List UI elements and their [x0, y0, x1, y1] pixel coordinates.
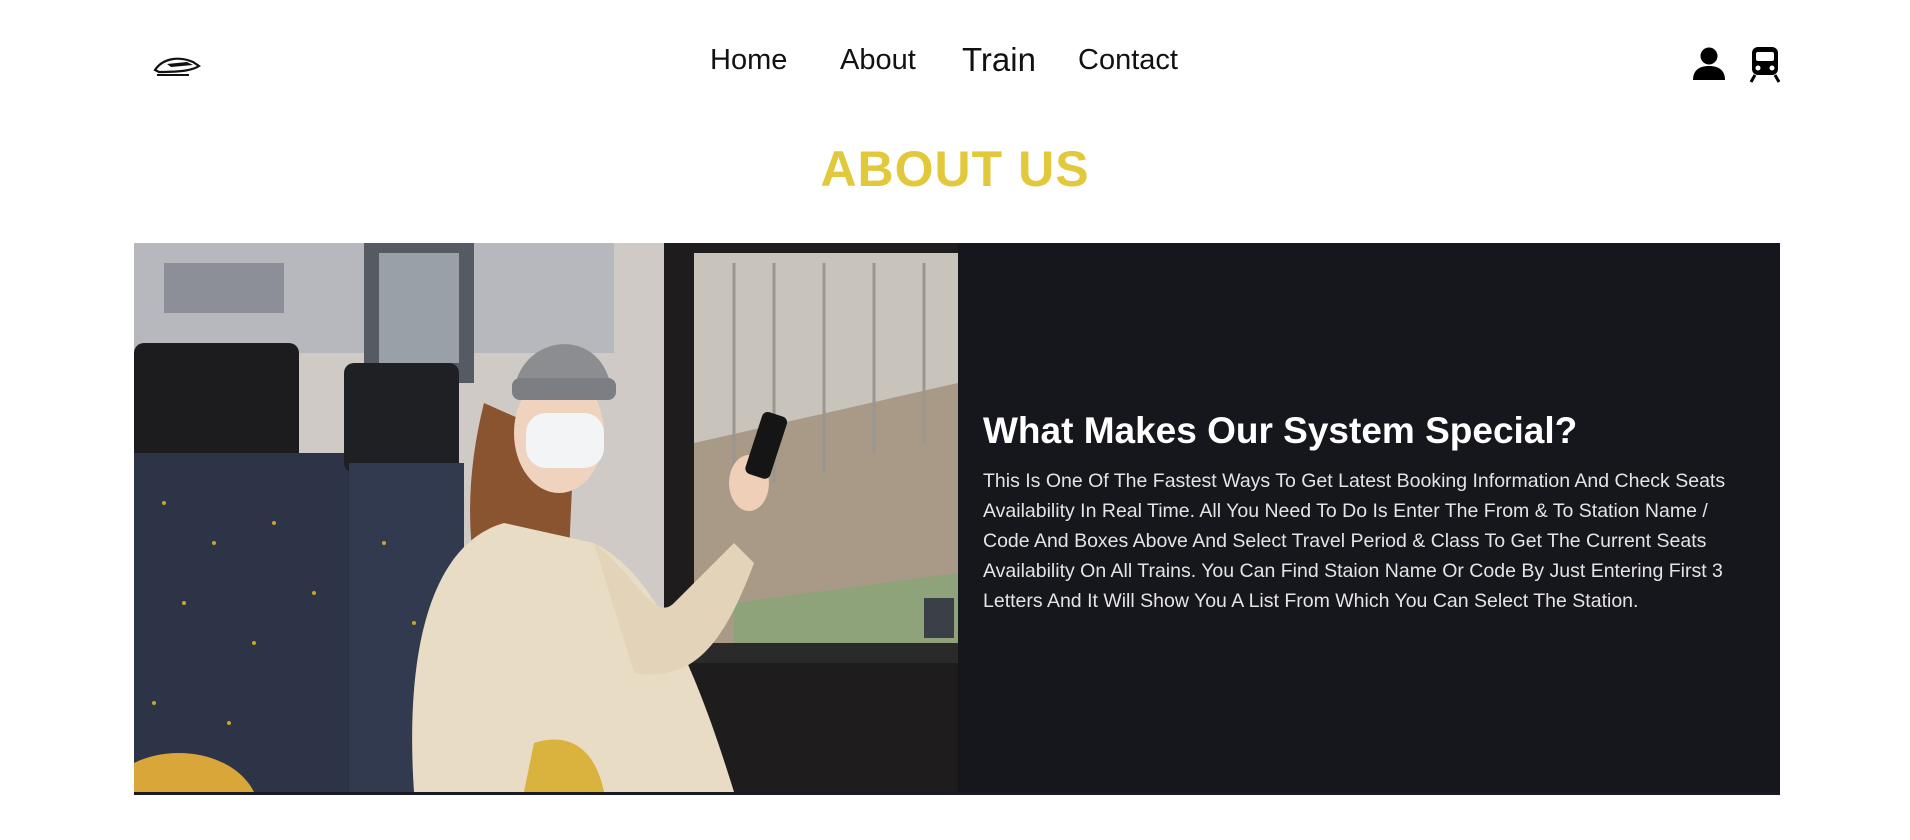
- about-section: What Makes Our System Special? This Is O…: [134, 243, 1780, 795]
- nav-contact-link[interactable]: Contact: [1078, 44, 1178, 77]
- about-info-panel: What Makes Our System Special? This Is O…: [958, 243, 1780, 792]
- navbar: Home About Train Contact: [0, 0, 1910, 130]
- train-logo-icon[interactable]: [153, 50, 201, 78]
- nav-about-link[interactable]: About: [840, 44, 916, 77]
- train-passenger-photo: [134, 243, 958, 792]
- user-icon[interactable]: [1689, 44, 1729, 84]
- page-title: ABOUT US: [820, 141, 1090, 197]
- nav-home-link[interactable]: Home: [710, 44, 787, 77]
- nav-train-link[interactable]: Train: [962, 41, 1036, 79]
- train-front-icon[interactable]: [1745, 44, 1785, 84]
- about-description: This Is One Of The Fastest Ways To Get L…: [983, 470, 1726, 612]
- about-heading: What Makes Our System Special?: [983, 410, 1578, 451]
